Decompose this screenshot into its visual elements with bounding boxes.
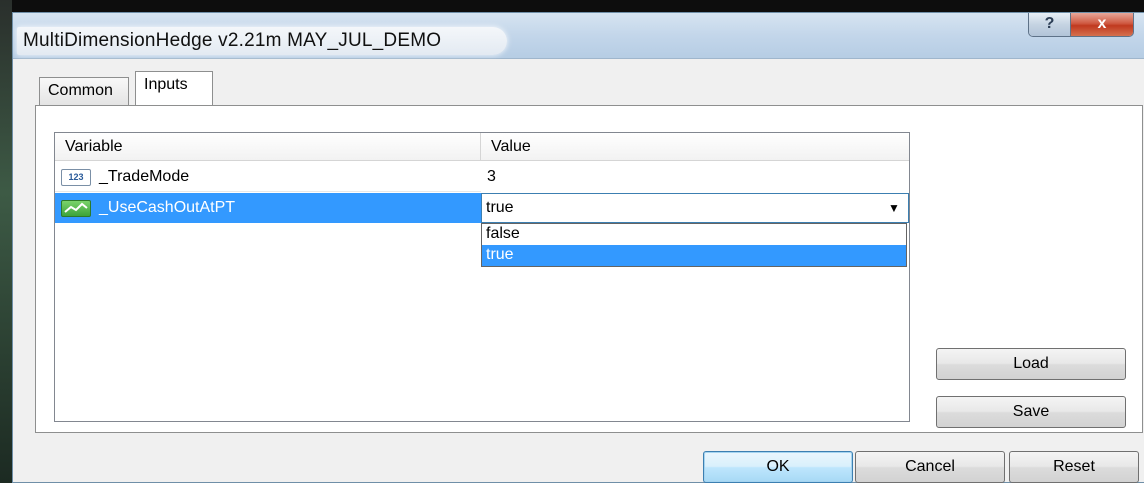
tab-inputs[interactable]: Inputs <box>135 71 213 105</box>
value-cell[interactable]: 3 <box>481 162 909 192</box>
tab-common[interactable]: Common <box>39 77 129 105</box>
value-dropdown-list: false true <box>481 223 907 267</box>
dropdown-option-true[interactable]: true <box>482 245 906 266</box>
expert-properties-dialog: MultiDimensionHedge v2.21m MAY_JUL_DEMO … <box>12 12 1144 483</box>
window-title: MultiDimensionHedge v2.21m MAY_JUL_DEMO <box>23 30 442 51</box>
inputs-grid: Variable Value 123 _TradeMode 3 _UseCash… <box>54 132 910 422</box>
variable-cell: _TradeMode <box>99 168 190 185</box>
variable-cell: _UseCashOutAtPT <box>99 199 236 216</box>
ok-button[interactable]: OK <box>703 451 853 483</box>
dropdown-option-false[interactable]: false <box>482 224 906 245</box>
column-header-value[interactable]: Value <box>481 133 909 161</box>
help-button[interactable]: ? <box>1029 13 1071 36</box>
tab-inputs-label: Inputs <box>144 76 188 93</box>
load-button[interactable]: Load <box>936 348 1126 380</box>
grid-header: Variable Value <box>55 133 909 161</box>
close-icon: x <box>1097 15 1107 32</box>
tab-common-label: Common <box>48 82 113 99</box>
cancel-button[interactable]: Cancel <box>855 451 1005 483</box>
title-bar[interactable]: MultiDimensionHedge v2.21m MAY_JUL_DEMO … <box>13 13 1144 59</box>
table-row[interactable]: _UseCashOutAtPT true ▼ <box>55 193 909 223</box>
close-button[interactable]: x <box>1071 13 1133 36</box>
table-row[interactable]: 123 _TradeMode 3 <box>55 162 909 192</box>
reset-button[interactable]: Reset <box>1009 451 1139 483</box>
combobox-value: true <box>486 199 514 216</box>
dropdown-arrow-icon[interactable]: ▼ <box>884 198 904 218</box>
value-combobox[interactable]: true ▼ <box>481 193 909 223</box>
background-left-strip <box>0 0 12 483</box>
inputs-panel: Variable Value 123 _TradeMode 3 _UseCash… <box>35 105 1143 433</box>
caption-buttons: ? x <box>1028 13 1134 37</box>
save-button[interactable]: Save <box>936 396 1126 428</box>
column-header-variable-label: Variable <box>65 138 123 155</box>
help-icon: ? <box>1044 15 1055 32</box>
column-header-variable[interactable]: Variable <box>55 133 481 161</box>
background-top-strip <box>0 0 1144 12</box>
column-header-value-label: Value <box>491 138 531 155</box>
